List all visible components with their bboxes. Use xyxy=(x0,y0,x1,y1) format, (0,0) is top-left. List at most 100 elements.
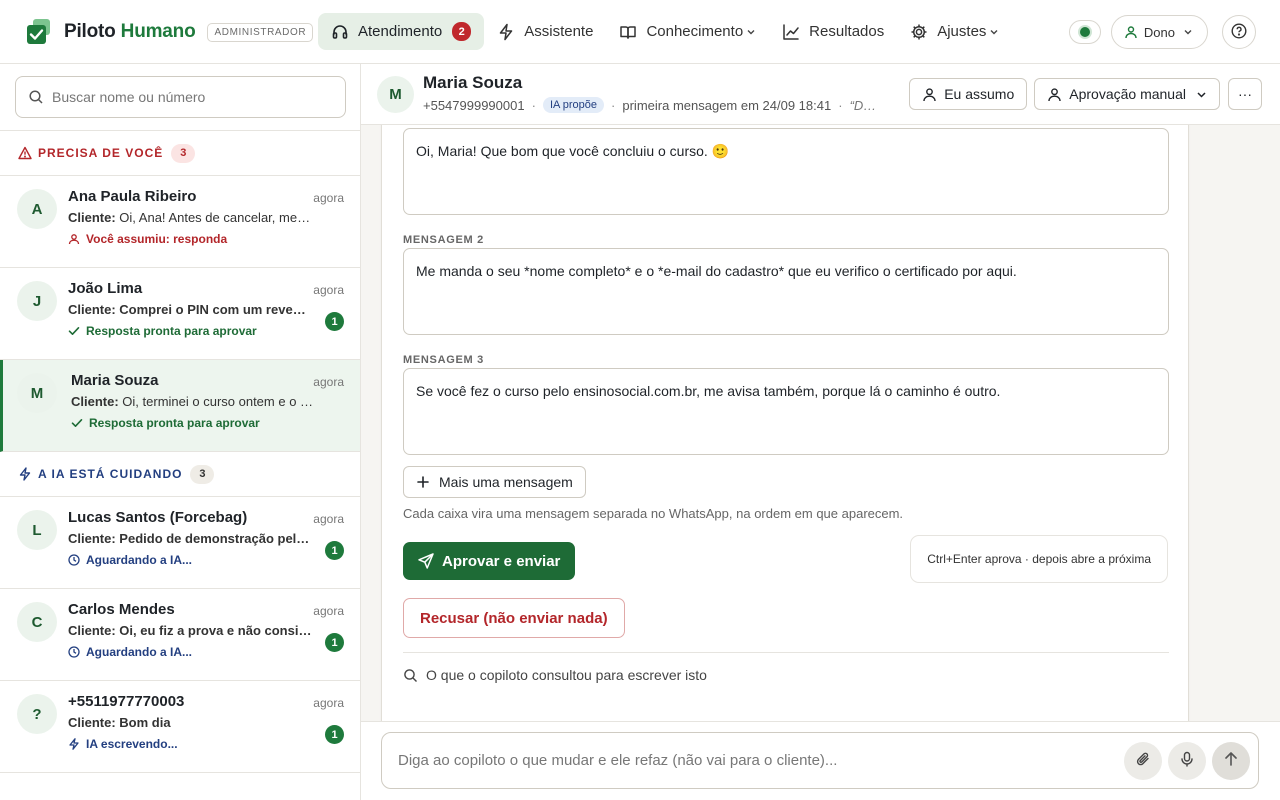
nav-resultados-label: Resultados xyxy=(809,23,885,40)
chevron-down-icon xyxy=(746,27,756,37)
contact-phone: +5547999990001 xyxy=(423,97,525,113)
conversation-item[interactable]: ? +5511977770003 agora Cliente: Bom dia … xyxy=(0,681,360,773)
approval-mode-dropdown[interactable]: Aprovação manual xyxy=(1034,78,1220,110)
clock-icon xyxy=(68,554,80,566)
add-message-button[interactable]: Mais uma mensagem xyxy=(403,466,586,498)
take-over-button[interactable]: Eu assumo xyxy=(909,78,1028,110)
message-preview: Cliente: Oi, Ana! Antes de cancelar, me … xyxy=(68,210,313,225)
timestamp: agora xyxy=(313,604,344,618)
conversation-item-selected[interactable]: M Maria Souza agora Cliente: Oi, termine… xyxy=(0,360,360,452)
search-icon xyxy=(28,89,44,105)
attach-button[interactable] xyxy=(1124,741,1162,780)
nav-conhecimento-label: Conhecimento xyxy=(646,23,744,40)
gear-icon xyxy=(910,23,928,41)
meta-separator: · xyxy=(838,97,843,113)
message-preview: Cliente: Oi, terminei o curso ontem e o … xyxy=(71,394,316,409)
last-message-quote: “D… xyxy=(849,97,877,113)
user-icon xyxy=(68,233,80,245)
nav-atendimento-label: Atendimento xyxy=(358,23,443,40)
submit-instruction-button[interactable] xyxy=(1212,741,1250,780)
message-preview: Cliente: Comprei o PIN com um revendedor… xyxy=(68,302,313,317)
main-nav: Atendimento 2 Assistente Conhecimento Re… xyxy=(318,13,1012,50)
contact-name: +5511977770003 xyxy=(68,693,185,710)
user-icon xyxy=(922,87,937,102)
lightning-icon xyxy=(497,23,515,41)
chart-line-icon xyxy=(782,23,800,41)
message-1-textarea[interactable] xyxy=(403,128,1169,215)
check-icon xyxy=(71,417,83,429)
contact-name: Ana Paula Ribeiro xyxy=(68,188,197,205)
copilot-sources-toggle[interactable]: O que o copiloto consultou para escrever… xyxy=(403,667,707,683)
header-actions: Eu assumo Aprovação manual ··· xyxy=(902,78,1262,110)
conversation-status: IA escrevendo... xyxy=(68,737,344,751)
conversation-header: M Maria Souza +5547999990001 · IA propõe… xyxy=(361,64,1280,125)
search-box[interactable] xyxy=(15,76,346,118)
warning-icon xyxy=(18,146,32,160)
conversation-status: Resposta pronta para aprovar xyxy=(68,324,344,338)
conversation-item[interactable]: L Lucas Santos (Forcebag) agora Cliente:… xyxy=(0,497,360,589)
headset-icon xyxy=(331,23,349,41)
lightning-icon xyxy=(68,738,80,750)
timestamp: agora xyxy=(313,375,344,389)
nav-atendimento[interactable]: Atendimento 2 xyxy=(318,13,485,50)
copilot-instruction-input[interactable] xyxy=(398,752,1124,769)
messages-hint: Cada caixa vira uma mensagem separada no… xyxy=(403,506,904,521)
nav-atendimento-badge: 2 xyxy=(452,22,472,41)
send-icon xyxy=(418,553,434,569)
voice-button[interactable] xyxy=(1168,741,1206,780)
user-icon xyxy=(1047,87,1062,102)
nav-ajustes[interactable]: Ajustes xyxy=(897,13,1012,50)
search-area xyxy=(0,64,360,131)
lightning-icon xyxy=(18,467,32,481)
check-icon xyxy=(68,325,80,337)
top-navigation-bar: Piloto Humano ADMINISTRADOR Atendimento … xyxy=(0,0,1280,64)
section-needs-you-title: PRECISA DE VOCÊ xyxy=(38,146,164,160)
user-icon xyxy=(1124,25,1138,39)
conversation-item[interactable]: J João Lima agora Cliente: Comprei o PIN… xyxy=(0,268,360,360)
nav-ajustes-label: Ajustes xyxy=(937,23,987,40)
avatar: C xyxy=(17,602,57,642)
online-status-dot xyxy=(1079,27,1090,37)
owner-menu-button[interactable]: Dono xyxy=(1110,15,1208,49)
nav-assistente[interactable]: Assistente xyxy=(484,13,606,50)
unread-badge: 1 xyxy=(325,725,344,744)
conversation-panel: M Maria Souza +5547999990001 · IA propõe… xyxy=(361,64,1280,800)
conversation-item[interactable]: C Carlos Mendes agora Cliente: Oi, eu fi… xyxy=(0,589,360,681)
composer-area xyxy=(361,721,1280,800)
more-options-button[interactable]: ··· xyxy=(1228,78,1262,110)
approve-and-send-button[interactable]: Aprovar e enviar xyxy=(403,542,576,580)
contact-name: Maria Souza xyxy=(423,73,523,92)
arrow-up-icon xyxy=(1223,751,1239,770)
more-icon: ··· xyxy=(1238,86,1252,102)
message-preview: Cliente: Oi, eu fiz a prova e não consig… xyxy=(68,623,313,638)
nav-resultados[interactable]: Resultados xyxy=(769,13,897,50)
draft-scroll-area[interactable]: MENSAGEM 2 MENSAGEM 3 Mais uma mensagem … xyxy=(361,125,1280,721)
conversation-item[interactable]: A Ana Paula Ribeiro agora Cliente: Oi, A… xyxy=(0,176,360,268)
brand-logo-icon xyxy=(26,18,52,46)
nav-conhecimento[interactable]: Conhecimento xyxy=(606,13,769,50)
keyboard-shortcut-hint: Ctrl+Enter aprova · depois abre a próxim… xyxy=(910,535,1168,583)
meta-separator: · xyxy=(531,97,536,113)
top-right-controls: Dono xyxy=(1068,15,1256,49)
brand[interactable]: Piloto Humano ADMINISTRADOR xyxy=(26,18,314,46)
message-preview: Cliente: Bom dia xyxy=(68,715,171,730)
help-icon xyxy=(1231,22,1247,42)
chevron-down-icon xyxy=(1196,89,1207,100)
unread-badge: 1 xyxy=(325,541,344,560)
online-status-toggle[interactable] xyxy=(1068,20,1101,44)
contact-name: Carlos Mendes xyxy=(68,601,175,618)
role-badge: ADMINISTRADOR xyxy=(207,22,314,42)
owner-label: Dono xyxy=(1143,24,1175,40)
search-input[interactable] xyxy=(52,89,332,105)
unread-badge: 1 xyxy=(325,312,344,331)
message-2-textarea[interactable] xyxy=(403,248,1169,335)
reject-button[interactable]: Recusar (não enviar nada) xyxy=(403,598,625,638)
message-3-textarea[interactable] xyxy=(403,368,1169,455)
timestamp: agora xyxy=(313,512,344,526)
help-button[interactable] xyxy=(1222,15,1256,49)
timestamp: agora xyxy=(313,283,344,297)
chevron-down-icon xyxy=(1183,27,1193,37)
conversation-sidebar: PRECISA DE VOCÊ 3 A Ana Paula Ribeiro ag… xyxy=(0,64,361,800)
section-needs-you: PRECISA DE VOCÊ 3 xyxy=(0,131,360,176)
chevron-down-icon xyxy=(989,27,999,37)
